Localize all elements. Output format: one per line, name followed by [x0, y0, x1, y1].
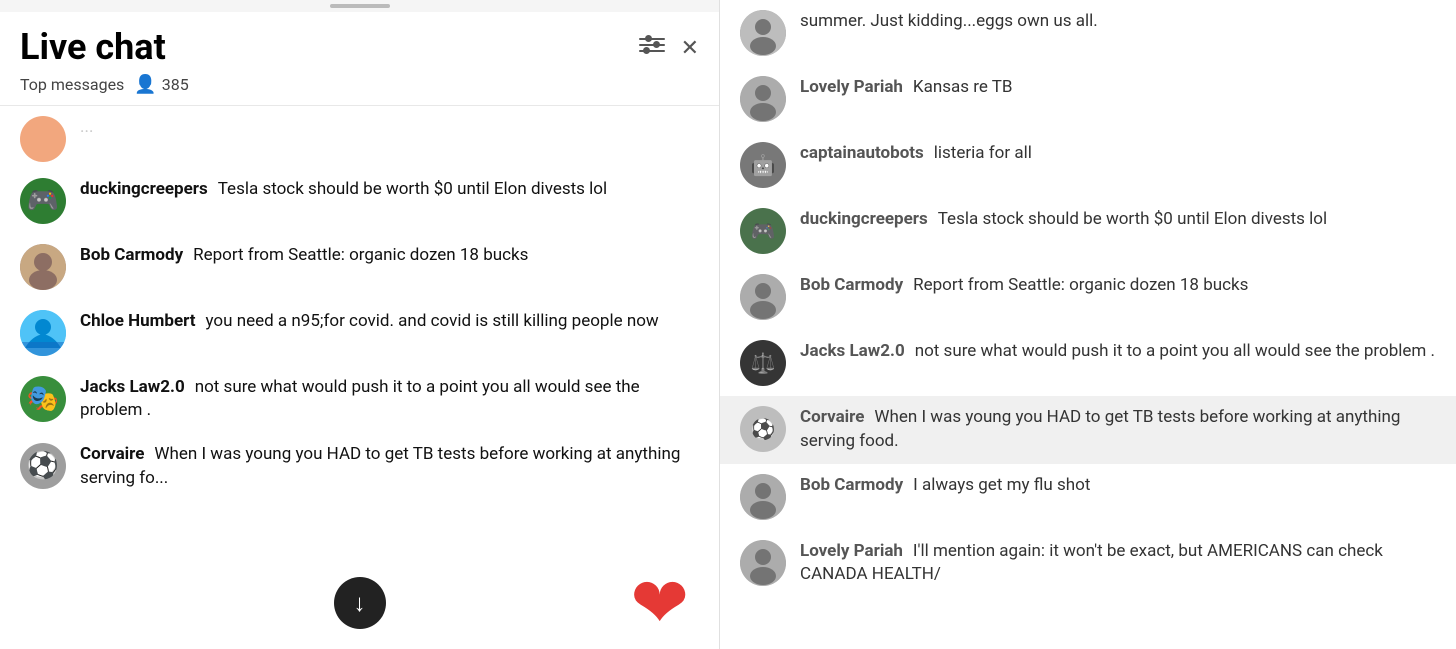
chat-content: Lovely Pariah I'll mention again: it won…: [800, 540, 1436, 588]
chat-message: Kansas re TB: [913, 77, 1013, 97]
left-chat-list[interactable]: ... 🎮 duckingcreepers Tesla stock should…: [0, 106, 719, 649]
person-icon: 👤: [134, 74, 156, 95]
chat-message: When I was young you HAD to get TB tests…: [800, 407, 1400, 451]
list-item: ...: [0, 114, 719, 168]
chat-message: summer. Just kidding...eggs own us all.: [800, 11, 1098, 31]
close-button[interactable]: ✕: [681, 36, 699, 61]
chat-username: Jacks Law2.0: [80, 377, 185, 397]
chat-content: Corvaire When I was young you HAD to get…: [800, 406, 1436, 454]
list-item: 🎮 duckingcreepers Tesla stock should be …: [0, 168, 719, 234]
chat-content: Jacks Law2.0 not sure what would push it…: [800, 340, 1436, 364]
chat-username: Bob Carmody: [800, 275, 903, 295]
chat-content: ...: [80, 116, 699, 140]
chat-message: When I was young you HAD to get TB tests…: [80, 444, 680, 488]
avatar: [740, 474, 786, 520]
right-panel: summer. Just kidding...eggs own us all. …: [720, 0, 1456, 649]
chat-content: Bob Carmody Report from Seattle: organic…: [80, 244, 699, 268]
list-item: ⚽ Corvaire When I was young you HAD to g…: [0, 433, 719, 501]
scroll-down-button[interactable]: ↓: [334, 577, 386, 629]
avatar: ⚽: [740, 406, 786, 452]
list-item: Bob Carmody I always get my flu shot: [720, 464, 1456, 530]
chat-content: Corvaire When I was young you HAD to get…: [80, 443, 699, 491]
chat-content: Lovely Pariah Kansas re TB: [800, 76, 1436, 100]
chat-content: summer. Just kidding...eggs own us all.: [800, 10, 1436, 34]
chat-username: captainautobots: [800, 143, 924, 163]
scroll-hint: [0, 0, 719, 12]
chat-message: ...: [80, 117, 93, 137]
left-header: Live chat ✕ Top messages 👤 385: [0, 12, 719, 106]
chat-username: duckingcreepers: [80, 179, 208, 199]
left-panel: Live chat ✕ Top messages 👤 385 ...: [0, 0, 720, 649]
avatar: ⚽: [20, 443, 66, 489]
viewer-count-number: 385: [162, 75, 189, 94]
avatar: [20, 244, 66, 290]
chat-message: not sure what would push it to a point y…: [915, 341, 1435, 361]
filter-icon[interactable]: [639, 38, 665, 60]
heart-icon: ❤: [630, 569, 689, 639]
chat-username: Lovely Pariah: [800, 77, 903, 97]
chat-username: Corvaire: [800, 407, 864, 427]
top-messages-row: Top messages 👤 385: [20, 74, 699, 95]
list-item: ⚽ Corvaire When I was young you HAD to g…: [720, 396, 1456, 464]
list-item: summer. Just kidding...eggs own us all.: [720, 0, 1456, 66]
scroll-thumb: [330, 4, 390, 8]
avatar: [740, 10, 786, 56]
list-item: ⚖️ Jacks Law2.0 not sure what would push…: [720, 330, 1456, 396]
chat-username: Lovely Pariah: [800, 541, 903, 561]
chat-username: Corvaire: [80, 444, 144, 464]
avatar: ⚖️: [740, 340, 786, 386]
header-icons: ✕: [639, 36, 699, 61]
avatar: [740, 76, 786, 122]
list-item: Bob Carmody Report from Seattle: organic…: [720, 264, 1456, 330]
chat-message: I always get my flu shot: [913, 475, 1090, 495]
chat-content: duckingcreepers Tesla stock should be wo…: [80, 178, 699, 202]
list-item: Lovely Pariah Kansas re TB: [720, 66, 1456, 132]
list-item: 🎮 duckingcreepers Tesla stock should be …: [720, 198, 1456, 264]
avatar: [740, 274, 786, 320]
list-item: 🤖 captainautobots listeria for all: [720, 132, 1456, 198]
chat-username: Bob Carmody: [800, 475, 903, 495]
avatar: 🎮: [740, 208, 786, 254]
chat-content: Bob Carmody I always get my flu shot: [800, 474, 1436, 498]
list-item: Bob Carmody Report from Seattle: organic…: [0, 234, 719, 300]
chat-message: listeria for all: [934, 143, 1032, 163]
chat-username: Bob Carmody: [80, 245, 183, 265]
avatar: 🎮: [20, 178, 66, 224]
viewer-count: 👤 385: [134, 74, 188, 95]
top-messages-label: Top messages: [20, 75, 124, 94]
list-item: 🎭 Jacks Law2.0 not sure what would push …: [0, 366, 719, 434]
chat-username: Jacks Law2.0: [800, 341, 905, 361]
chat-message: Tesla stock should be worth $0 until Elo…: [938, 209, 1327, 229]
avatar: [20, 310, 66, 356]
avatar: 🤖: [740, 142, 786, 188]
chat-message: you need a n95;for covid. and covid is s…: [206, 311, 659, 331]
list-item: Lovely Pariah I'll mention again: it won…: [720, 530, 1456, 598]
chat-username: Chloe Humbert: [80, 311, 196, 331]
chat-message: Report from Seattle: organic dozen 18 bu…: [913, 275, 1248, 295]
avatar: [20, 116, 66, 162]
chat-content: Chloe Humbert you need a n95;for covid. …: [80, 310, 699, 334]
list-item: Chloe Humbert you need a n95;for covid. …: [0, 300, 719, 366]
chat-content: captainautobots listeria for all: [800, 142, 1436, 166]
chat-message: Tesla stock should be worth $0 until Elo…: [218, 179, 607, 199]
avatar: [740, 540, 786, 586]
chat-content: duckingcreepers Tesla stock should be wo…: [800, 208, 1436, 232]
chat-username: duckingcreepers: [800, 209, 928, 229]
chat-content: Bob Carmody Report from Seattle: organic…: [800, 274, 1436, 298]
page-title: Live chat: [20, 28, 166, 68]
chat-message: Report from Seattle: organic dozen 18 bu…: [193, 245, 528, 265]
avatar: 🎭: [20, 376, 66, 422]
chat-content: Jacks Law2.0 not sure what would push it…: [80, 376, 699, 424]
